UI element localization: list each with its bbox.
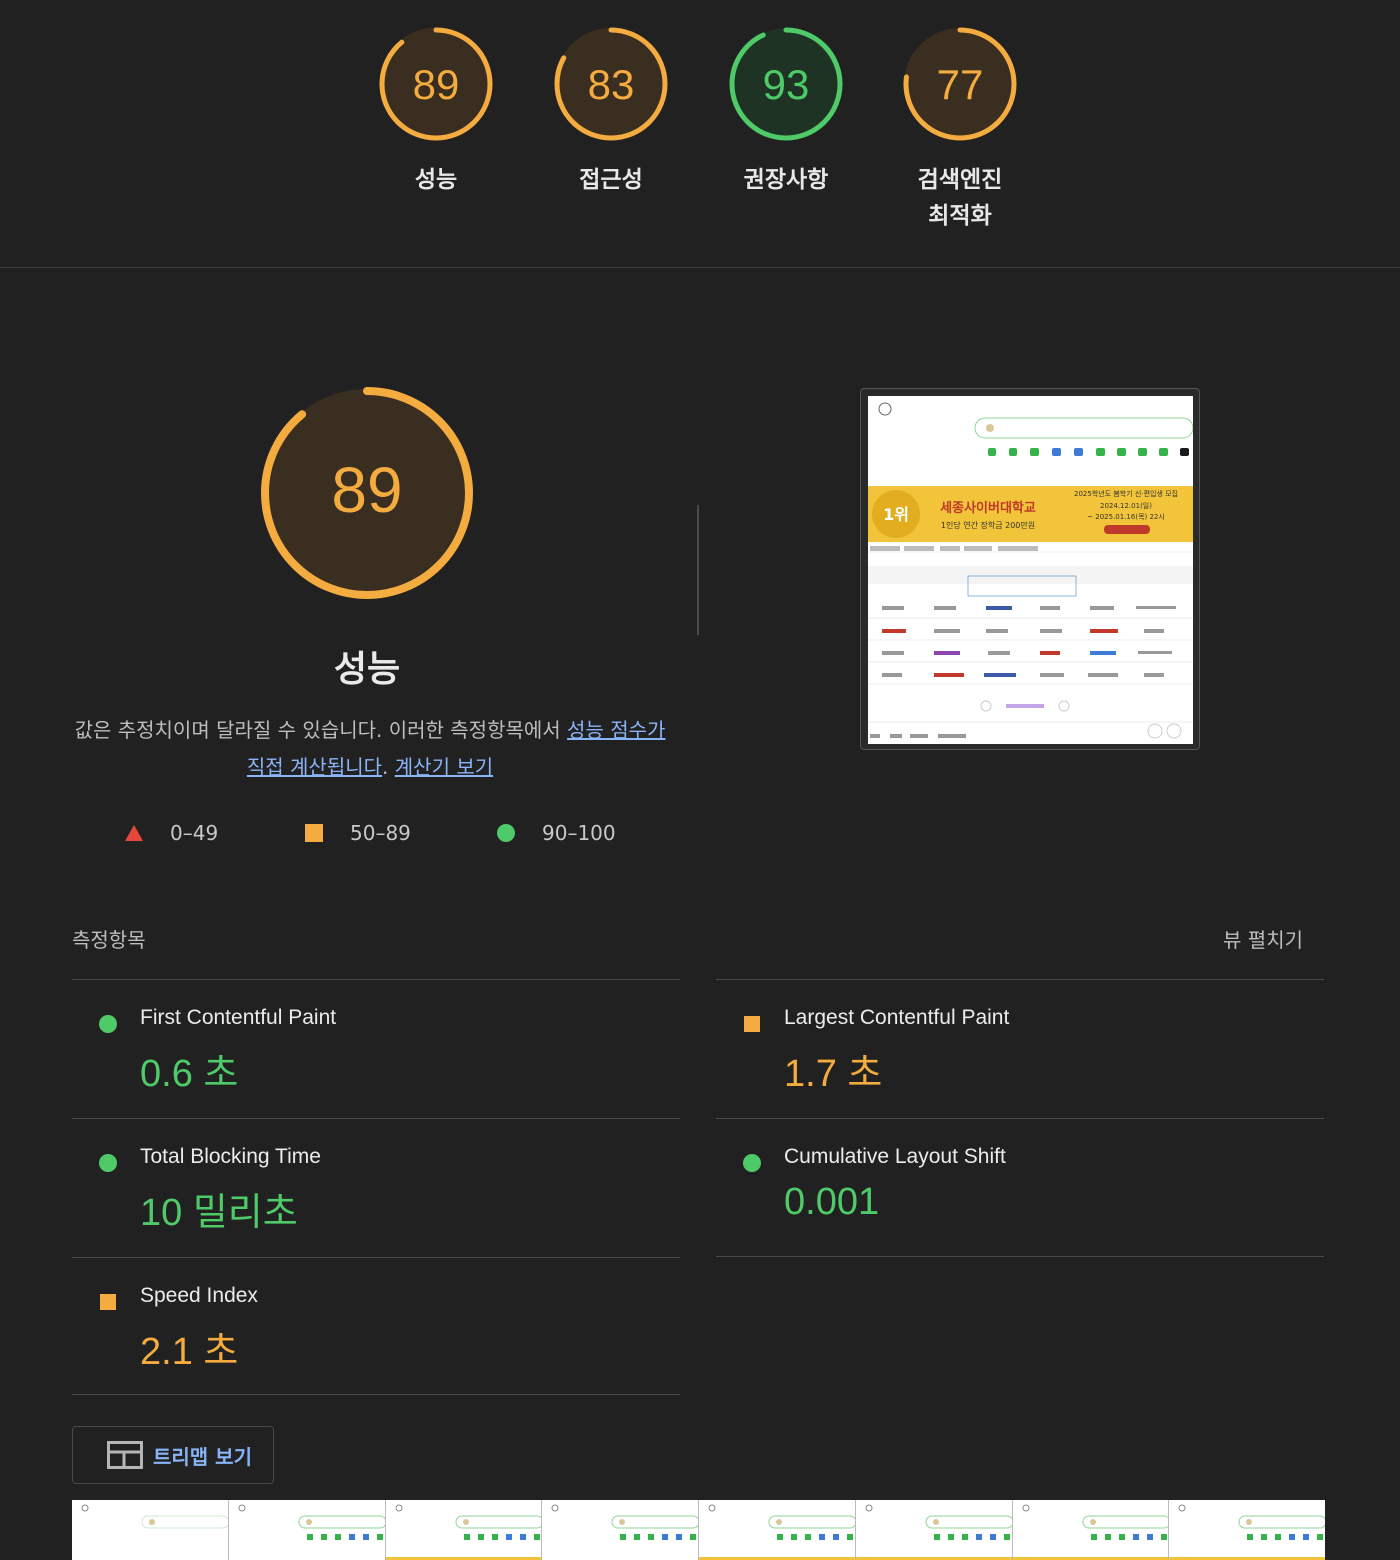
- desc-text-mid: .: [382, 755, 395, 779]
- calculator-link[interactable]: 계산기 보기: [395, 755, 493, 779]
- gauge-score: 89: [413, 61, 460, 108]
- gauge-ring: 77: [903, 27, 1017, 141]
- performance-description: 값은 추정치이며 달라질 수 있습니다. 이러한 측정항목에서 성능 점수가 직…: [70, 712, 670, 786]
- metric-name: Speed Index: [140, 1284, 258, 1307]
- metric-speed-index: Speed Index 2.1 초: [72, 1257, 680, 1395]
- gauge-label: 검색엔진 최적화: [895, 162, 1025, 234]
- legend-average: 50–89: [304, 818, 411, 848]
- metric-value: 1.7 초: [784, 1053, 883, 1095]
- gauge-ring: 89: [379, 27, 493, 141]
- legend-fail: 0–49: [124, 818, 218, 848]
- banner-rank: 1위: [883, 505, 909, 524]
- expand-view-toggle[interactable]: 뷰 펼치기: [1223, 924, 1303, 953]
- gauge-score: 77: [937, 61, 984, 108]
- average-square-icon: [744, 1016, 760, 1032]
- treemap-icon: [107, 1441, 143, 1469]
- metrics-header: 측정항목 뷰 펼치기: [72, 924, 1325, 953]
- banner-date1: 2024.12.01(일): [1100, 501, 1152, 510]
- gauge-label-line2: 최적화: [928, 203, 992, 229]
- metric-name: Total Blocking Time: [140, 1145, 321, 1168]
- metric-lcp: Largest Contentful Paint 1.7 초: [716, 979, 1324, 1118]
- screenshot-content: 1위 세종사이버대학교 1인당 연간 장학금 200만원 2025학년도 봄학기…: [868, 402, 1193, 739]
- performance-score: 89: [331, 454, 402, 526]
- gauge-seo[interactable]: 77 검색엔진 최적화: [895, 24, 1025, 234]
- banner-date2: ~ 2025.01.16(목) 22시: [1087, 513, 1165, 521]
- filmstrip: [72, 1500, 1325, 1560]
- legend-average-label: 50–89: [350, 821, 411, 845]
- filmstrip-frame: [855, 1500, 1013, 1560]
- average-square-icon: [100, 1294, 116, 1310]
- gauge-label: 권장사항: [743, 167, 829, 193]
- filmstrip-frame: [699, 1500, 856, 1560]
- filmstrip-frame: [1012, 1500, 1170, 1560]
- legend-pass-label: 90–100: [542, 821, 616, 845]
- gauge-label: 성능: [414, 167, 458, 193]
- gauge-label-line1: 검색엔진: [917, 167, 1003, 193]
- metric-cls: Cumulative Layout Shift 0.001: [716, 1118, 1324, 1257]
- pass-circle-icon: [99, 1154, 117, 1172]
- screenshot-page: 1위 세종사이버대학교 1인당 연간 장학금 200만원 2025학년도 봄학기…: [868, 396, 1193, 744]
- gauge-score: 93: [763, 61, 810, 108]
- performance-title: 성능: [333, 649, 401, 690]
- vertical-divider: [697, 505, 699, 635]
- filmstrip-frame: [72, 1500, 229, 1560]
- square-icon: [305, 824, 323, 842]
- score-summary: 89 성능 83 접근성 93 권장사항 77 검색엔진 최적화: [0, 0, 1400, 268]
- banner-title: 세종사이버대학교: [940, 500, 1036, 516]
- treemap-button[interactable]: 트리맵 보기: [72, 1426, 274, 1484]
- gauge-score: 83: [588, 61, 635, 108]
- pass-circle-icon: [99, 1015, 117, 1033]
- gauge-label: 접근성: [579, 167, 643, 193]
- metric-value: 0.001: [784, 1181, 880, 1223]
- metric-name: Largest Contentful Paint: [784, 1006, 1010, 1029]
- banner-right: 2025학년도 봄학기 신·편입생 모집: [1074, 489, 1178, 498]
- filmstrip-frame: [385, 1500, 543, 1560]
- gauge-ring: 93: [729, 27, 843, 141]
- final-screenshot[interactable]: 1위 세종사이버대학교 1인당 연간 장학금 200만원 2025학년도 봄학기…: [860, 388, 1200, 750]
- filmstrip-frame: [542, 1500, 699, 1560]
- metric-value: 0.6 초: [140, 1053, 239, 1095]
- legend-fail-label: 0–49: [170, 821, 219, 845]
- performance-gauge: 89: [261, 387, 473, 599]
- legend-pass: 90–100: [496, 818, 616, 848]
- metric-value: 10 밀리초: [140, 1192, 298, 1234]
- pass-circle-icon: [743, 1154, 761, 1172]
- gauge-ring: 83: [554, 27, 668, 141]
- banner-sub: 1인당 연간 장학금 200만원: [941, 520, 1035, 530]
- gauge-accessibility[interactable]: 83 접근성: [546, 24, 676, 198]
- filmstrip-frame: [228, 1500, 386, 1560]
- gauge-best-practices[interactable]: 93 권장사항: [721, 24, 851, 198]
- desc-text: 값은 추정치이며 달라질 수 있습니다. 이러한 측정항목에서: [74, 718, 568, 742]
- metric-value: 2.1 초: [140, 1331, 239, 1373]
- metric-tbt: Total Blocking Time 10 밀리초: [72, 1118, 680, 1257]
- circle-icon: [497, 824, 515, 842]
- treemap-label: 트리맵 보기: [153, 1444, 252, 1469]
- metric-name: First Contentful Paint: [140, 1006, 337, 1029]
- gauge-performance[interactable]: 89 성능: [371, 24, 501, 198]
- triangle-icon: [125, 825, 143, 841]
- filmstrip-frame: [1169, 1500, 1325, 1560]
- metric-name: Cumulative Layout Shift: [784, 1145, 1006, 1168]
- metrics-heading: 측정항목: [72, 928, 146, 952]
- metric-fcp: First Contentful Paint 0.6 초: [72, 979, 680, 1118]
